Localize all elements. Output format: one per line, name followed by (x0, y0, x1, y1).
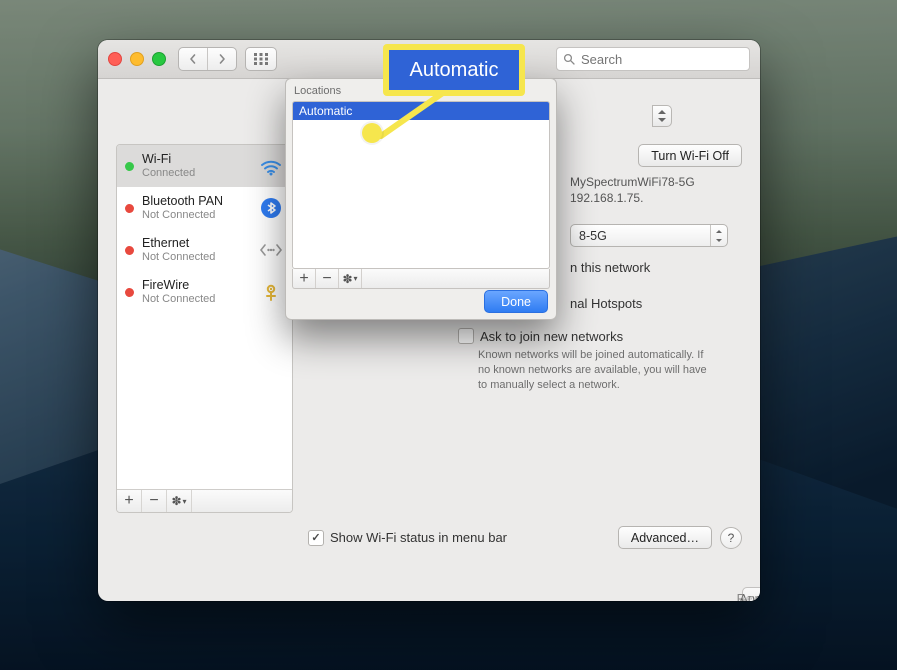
service-sidebar: Wi-Fi Connected Bluetooth PAN Not Connec… (116, 144, 293, 513)
menubar-row: Show Wi-Fi status in menu bar Advanced… … (308, 526, 742, 549)
service-name: Bluetooth PAN (142, 195, 250, 209)
back-button[interactable] (179, 48, 207, 70)
advanced-button[interactable]: Advanced… (618, 526, 712, 549)
zoom-button[interactable] (152, 52, 166, 66)
service-bluetooth-pan[interactable]: Bluetooth PAN Not Connected (117, 187, 292, 229)
status-dot (125, 204, 134, 213)
remove-location-button[interactable]: − (316, 269, 339, 288)
auto-join-row: n this network (570, 260, 650, 275)
show-wifi-menubar-label: Show Wi-Fi status in menu bar (330, 530, 507, 545)
done-label: Done (501, 295, 531, 309)
status-dot (125, 246, 134, 255)
minimize-button[interactable] (130, 52, 144, 66)
location-item-automatic[interactable]: Automatic (293, 102, 549, 120)
desktop-background: Lo Wi-Fi Connected (0, 0, 897, 670)
add-location-button[interactable]: + (293, 269, 316, 288)
search-icon (563, 53, 575, 65)
hotspots-row: nal Hotspots (570, 296, 642, 311)
auto-join-partial-label: n this network (570, 260, 650, 275)
show-all-button[interactable] (245, 47, 277, 71)
annotation-marker-dot (362, 123, 382, 143)
window-controls (108, 52, 166, 66)
status-dot (125, 162, 134, 171)
service-status: Not Connected (142, 293, 250, 305)
wifi-icon (258, 153, 284, 179)
status-dot (125, 288, 134, 297)
locations-list[interactable]: Automatic (292, 101, 550, 269)
sidebar-toolbar: + − ✽▾ (117, 489, 292, 512)
service-name: Wi-Fi (142, 153, 250, 167)
firewire-icon (258, 279, 284, 305)
service-ethernet[interactable]: Ethernet Not Connected (117, 229, 292, 271)
service-wifi[interactable]: Wi-Fi Connected (117, 145, 292, 187)
help-button[interactable]: ? (720, 527, 742, 549)
location-item-label: Automatic (299, 104, 352, 118)
locations-toolbar: + − ✽▾ (292, 269, 550, 289)
service-status: Not Connected (142, 251, 250, 263)
hotspots-partial-label: nal Hotspots (570, 296, 642, 311)
remove-service-button[interactable]: − (142, 490, 167, 512)
service-firewire[interactable]: FireWire Not Connected (117, 271, 292, 313)
close-button[interactable] (108, 52, 122, 66)
show-wifi-menubar-checkbox[interactable] (308, 530, 324, 546)
search-input[interactable] (579, 51, 759, 68)
forward-button[interactable] (207, 48, 236, 70)
search-field[interactable] (556, 47, 750, 71)
locations-popover: Locations Automatic + − ✽▾ Done (285, 78, 557, 320)
network-name-select[interactable]: 8-5G (570, 224, 728, 247)
gear-icon: ✽ (342, 272, 352, 286)
bluetooth-icon (258, 195, 284, 221)
turn-wifi-off-button[interactable]: Turn Wi-Fi Off (638, 144, 742, 167)
service-status: Not Connected (142, 209, 250, 221)
add-service-button[interactable]: + (117, 490, 142, 512)
service-name: Ethernet (142, 237, 250, 251)
service-status: Connected (142, 167, 250, 179)
apply-button[interactable]: Apply (742, 587, 760, 601)
wifi-status-text: MySpectrumWiFi78-5G 192.168.1.75. (570, 174, 695, 206)
ethernet-icon (258, 237, 284, 263)
service-name: FireWire (142, 279, 250, 293)
ask-join-label: Ask to join new networks (480, 329, 623, 344)
service-gear-menu[interactable]: ✽▾ (167, 490, 192, 512)
nav-back-forward (178, 47, 237, 71)
annotation-label: Automatic (410, 59, 499, 82)
ask-join-checkbox[interactable] (458, 328, 474, 344)
annotation-callout: Automatic (383, 44, 525, 96)
locations-gear-menu[interactable]: ✽▾ (339, 269, 362, 288)
chevron-down-icon: ▾ (183, 497, 187, 506)
done-button[interactable]: Done (484, 290, 548, 313)
chevron-down-icon: ▾ (354, 274, 358, 283)
gear-icon: ✽ (171, 494, 181, 508)
network-name-value: 8-5G (579, 229, 607, 243)
stepper-arrows-icon (710, 225, 727, 246)
ask-join-description: Known networks will be joined automatica… (478, 348, 718, 393)
